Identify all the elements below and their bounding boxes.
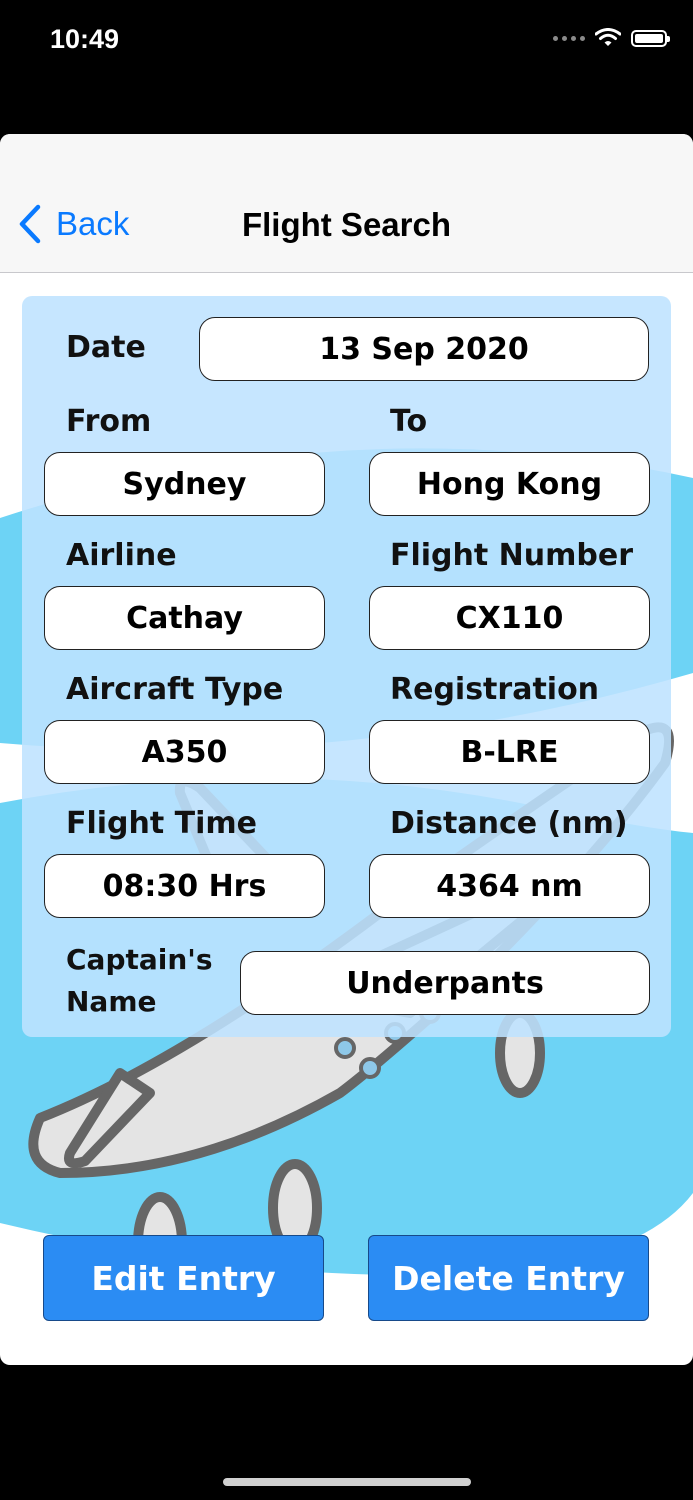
to-field[interactable]: Hong Kong (369, 452, 650, 516)
flight-time-label: Flight Time (66, 806, 258, 841)
status-bar: 10:49 (0, 0, 693, 90)
from-field[interactable]: Sydney (44, 452, 325, 516)
signal-icon (553, 35, 585, 41)
flight-number-label: Flight Number (390, 538, 634, 573)
status-time: 10:49 (50, 24, 120, 54)
battery-icon (631, 29, 670, 47)
wifi-icon (595, 28, 621, 46)
aircraft-type-label: Aircraft Type (66, 672, 284, 707)
edit-entry-button[interactable]: Edit Entry (43, 1235, 324, 1321)
delete-entry-button[interactable]: Delete Entry (368, 1235, 649, 1321)
date-label: Date (66, 330, 146, 365)
captain-name-field[interactable]: Underpants (240, 951, 650, 1015)
flight-time-field[interactable]: 08:30 Hrs (44, 854, 325, 918)
to-label: To (390, 404, 428, 439)
registration-label: Registration (390, 672, 600, 707)
flight-detail-sheet: Back Flight Search Date 13 Sep 2020 From… (0, 134, 693, 1365)
registration-field[interactable]: B-LRE (369, 720, 650, 784)
captain-label-line1: Captain's (66, 943, 213, 976)
airline-field[interactable]: Cathay (44, 586, 325, 650)
distance-label: Distance (nm) (390, 806, 628, 841)
flight-number-field[interactable]: CX110 (369, 586, 650, 650)
page-title: Flight Search (241, 206, 452, 243)
from-label: From (66, 404, 152, 439)
date-field[interactable]: 13 Sep 2020 (199, 317, 649, 381)
navigation-bar: Back Flight Search (0, 134, 693, 273)
airline-label: Airline (66, 538, 177, 573)
captain-label-line2: Name (66, 985, 157, 1018)
status-indicators (553, 28, 670, 48)
aircraft-type-field[interactable]: A350 (44, 720, 325, 784)
flight-details-card: Date 13 Sep 2020 From To Sydney Hong Kon… (22, 296, 671, 1037)
distance-field[interactable]: 4364 nm (369, 854, 650, 918)
home-indicator (223, 1478, 471, 1486)
